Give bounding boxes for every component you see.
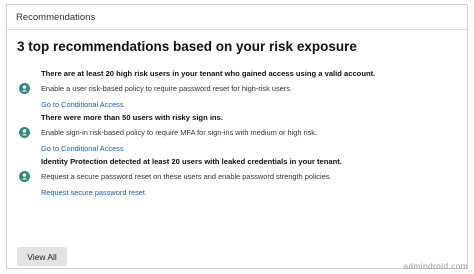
card-header: Recommendations	[7, 5, 467, 30]
recommendation-heading: There were more than 50 users with risky…	[41, 113, 223, 122]
recommendation-heading: Identity Protection detected at least 20…	[41, 157, 342, 166]
user-risk-icon	[19, 81, 30, 94]
watermark: admindroid.com	[403, 261, 468, 271]
go-to-conditional-access-link[interactable]: Go to Conditional Access	[41, 143, 124, 154]
recommendation-description: Enable a user risk-based policy to requi…	[41, 84, 292, 93]
card-header-title: Recommendations	[16, 11, 96, 23]
view-all-button[interactable]: View All	[17, 247, 67, 266]
recommendations-card: Recommendations 3 top recommendations ba…	[6, 4, 468, 269]
user-risk-icon	[19, 125, 30, 138]
go-to-conditional-access-link[interactable]: Go to Conditional Access	[41, 99, 124, 110]
recommendation-description: Enable sign-in risk-based policy to requ…	[41, 128, 318, 137]
page-title: 3 top recommendations based on your risk…	[17, 39, 357, 54]
recommendation-description: Request a secure password reset on these…	[41, 172, 332, 181]
recommendation-heading: There are at least 20 high risk users in…	[41, 69, 376, 78]
user-risk-icon	[19, 169, 30, 182]
request-secure-password-reset-link[interactable]: Request secure password reset	[41, 187, 145, 198]
